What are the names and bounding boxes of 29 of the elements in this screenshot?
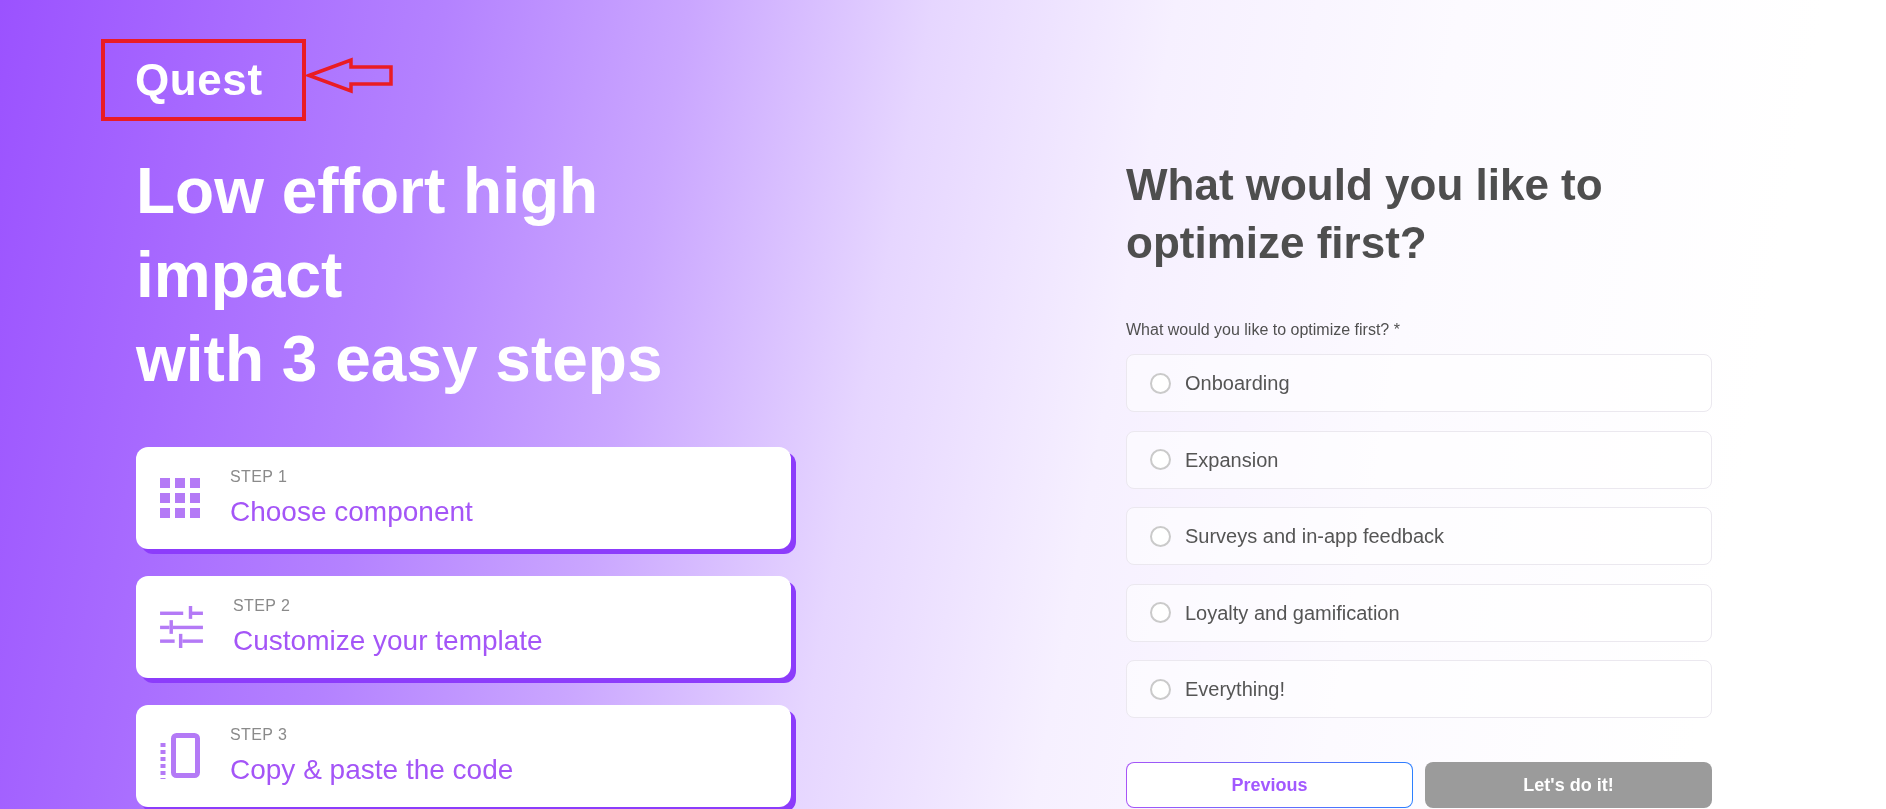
option-label: Loyalty and gamification xyxy=(1185,600,1400,625)
option-label: Onboarding xyxy=(1185,371,1290,395)
question-label: What would you like to optimize first? * xyxy=(1126,320,1401,340)
headline: Low effort high impact with 3 easy steps xyxy=(136,154,664,397)
question-title: What would you like to optimize first? xyxy=(1126,159,1604,269)
radio-button[interactable] xyxy=(1150,678,1171,700)
copy-icon xyxy=(160,733,200,779)
option-card[interactable]: Expansion xyxy=(1126,430,1712,489)
option-card[interactable]: Onboarding xyxy=(1126,354,1712,412)
step-title: Choose component xyxy=(230,495,473,529)
step-label: STEP 3 xyxy=(230,725,289,745)
option-card[interactable]: Loyalty and gamification xyxy=(1126,583,1712,642)
radio-button[interactable] xyxy=(1150,372,1171,394)
previous-button[interactable]: Previous xyxy=(1126,762,1413,808)
option-card[interactable]: Everything! xyxy=(1126,660,1712,718)
radio-button[interactable] xyxy=(1150,525,1171,547)
option-label: Everything! xyxy=(1185,677,1286,701)
grid-icon xyxy=(160,478,200,518)
step-title: Copy & paste the code xyxy=(230,753,514,787)
radio-button[interactable] xyxy=(1150,449,1171,470)
option-card[interactable]: Surveys and in-app feedback xyxy=(1126,507,1712,565)
step-title: Customize your template xyxy=(233,624,543,658)
option-label: Expansion xyxy=(1185,447,1279,472)
option-label: Surveys and in-app feedback xyxy=(1185,524,1445,548)
radio-button[interactable] xyxy=(1150,602,1171,623)
sliders-icon xyxy=(160,606,203,648)
step-label: STEP 2 xyxy=(233,596,292,616)
logo: Quest xyxy=(135,55,263,105)
step-label: STEP 1 xyxy=(230,467,289,487)
